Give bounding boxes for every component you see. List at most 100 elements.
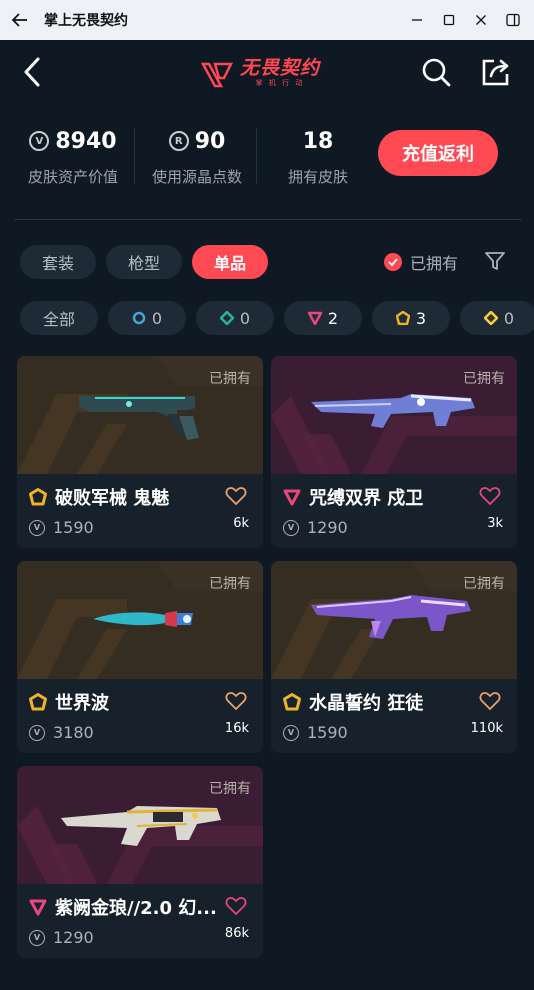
window-titlebar: 掌上无畏契约 xyxy=(0,0,534,40)
recharge-button[interactable]: 充值返利 xyxy=(378,130,498,176)
app-header: 无畏契约 掌 机 行 动 xyxy=(0,40,534,106)
chip-label: 2 xyxy=(327,308,339,328)
skin-name: 破败军械 鬼魅 xyxy=(29,484,219,510)
heart-icon[interactable] xyxy=(225,691,247,711)
arrow-left-icon xyxy=(11,13,27,27)
filter-icon[interactable] xyxy=(484,250,506,272)
valorant-points-icon: V xyxy=(29,929,45,946)
chip-label: 0 xyxy=(151,308,163,328)
tier-filter-chips: 全部 0 0 2 3 0 xyxy=(20,301,534,337)
deluxe-tier-icon xyxy=(219,311,234,325)
divider xyxy=(134,128,135,184)
ultra-tier-icon xyxy=(483,311,498,325)
divider xyxy=(256,128,257,184)
skin-name-text: 水晶誓约 狂徒 xyxy=(309,693,424,714)
tab-single-items[interactable]: 单品 xyxy=(192,245,269,279)
chip-select-tier[interactable]: 0 xyxy=(108,301,186,335)
window-back-button[interactable] xyxy=(0,0,40,40)
chip-label: 3 xyxy=(415,308,427,328)
category-tabs: 套装 枪型 单品 xyxy=(20,245,269,279)
exclusive-tier-icon xyxy=(29,488,47,506)
close-icon xyxy=(476,15,486,25)
skin-price: V 1590 xyxy=(283,723,348,742)
maximize-icon xyxy=(443,14,455,26)
skin-price: V 3180 xyxy=(29,723,94,742)
owned-label: 已拥有 xyxy=(463,576,505,592)
chip-deluxe-tier[interactable]: 0 xyxy=(196,301,274,335)
skin-name: 世界波 xyxy=(29,689,219,715)
skin-image: 已拥有 xyxy=(17,766,263,884)
brand-subtitle: 掌 机 行 动 xyxy=(255,79,305,87)
skin-price: V 1590 xyxy=(29,518,94,537)
skin-card[interactable]: 已拥有 紫阙金琅//2.0 幻... V 1290 86k xyxy=(17,766,263,958)
skin-card[interactable]: 已拥有 破败军械 鬼魅 V 1590 6k xyxy=(17,356,263,548)
exclusive-tier-icon xyxy=(283,693,301,711)
price-value: 1290 xyxy=(307,518,348,537)
premium-tier-icon xyxy=(307,311,322,325)
valorant-points-icon: V xyxy=(283,724,299,741)
skin-image: 已拥有 xyxy=(271,356,517,474)
chip-label: 全部 xyxy=(42,310,75,329)
skin-image: 已拥有 xyxy=(17,356,263,474)
sidebar-icon xyxy=(506,13,520,27)
skin-name: 水晶誓约 狂徒 xyxy=(283,689,473,715)
owned-label: 已拥有 xyxy=(209,576,251,592)
close-button[interactable] xyxy=(468,7,494,33)
search-icon[interactable] xyxy=(420,56,452,88)
skins-count: 18 xyxy=(302,128,334,154)
owned-filter-toggle[interactable]: 已拥有 xyxy=(384,250,458,274)
chevron-left-icon xyxy=(24,57,40,87)
stats-panel: V 8940 皮肤资产价值 R 90 使用源晶点数 18 拥有皮肤 充值返利 xyxy=(14,116,522,220)
skin-name: 咒缚双界 戍卫 xyxy=(283,484,473,510)
price-value: 1590 xyxy=(53,518,94,537)
likes-count: 86k xyxy=(224,926,249,941)
valorant-points-icon: V xyxy=(283,519,299,536)
chip-label: 0 xyxy=(239,308,251,328)
owned-filter-label: 已拥有 xyxy=(410,254,459,273)
asset-value: 8940 xyxy=(55,128,117,154)
skin-name-text: 世界波 xyxy=(55,693,109,714)
heart-icon[interactable] xyxy=(479,486,501,506)
checkmark-icon xyxy=(384,253,402,271)
window-title: 掌上无畏契约 xyxy=(44,13,128,29)
asset-value-label: 皮肤资产价值 xyxy=(27,168,118,186)
stat-skins: 18 拥有皮肤 xyxy=(272,126,364,187)
skin-card[interactable]: 已拥有 世界波 V 3180 16k xyxy=(17,561,263,753)
skin-name: 紫阙金琅//2.0 幻... xyxy=(29,894,219,920)
tab-bundles[interactable]: 套装 xyxy=(20,245,97,279)
app-logo: 无畏契约 掌 机 行 动 xyxy=(200,54,320,92)
heart-icon[interactable] xyxy=(479,691,501,711)
premium-tier-icon xyxy=(29,899,47,916)
radianite-label: 使用源晶点数 xyxy=(151,168,242,186)
valorant-logo-icon xyxy=(200,62,234,88)
chip-ultra-tier[interactable]: 0 xyxy=(460,301,534,335)
price-value: 1590 xyxy=(307,723,348,742)
back-button[interactable] xyxy=(14,54,50,90)
exclusive-tier-icon xyxy=(395,311,410,325)
chip-exclusive-tier[interactable]: 3 xyxy=(372,301,450,335)
skin-card[interactable]: 已拥有 水晶誓约 狂徒 V 1590 110k xyxy=(271,561,517,753)
owned-label: 已拥有 xyxy=(463,371,505,387)
minimize-icon xyxy=(412,19,422,21)
skin-name-text: 紫阙金琅//2.0 幻... xyxy=(55,898,217,919)
sidebar-toggle-button[interactable] xyxy=(500,7,526,33)
heart-icon[interactable] xyxy=(225,486,247,506)
skin-name-text: 咒缚双界 戍卫 xyxy=(309,488,424,509)
share-icon[interactable] xyxy=(480,56,512,88)
stat-asset-value: V 8940 皮肤资产价值 xyxy=(14,126,132,187)
skin-price: V 1290 xyxy=(283,518,348,537)
stat-radianite: R 90 使用源晶点数 xyxy=(142,126,252,187)
heart-icon[interactable] xyxy=(225,896,247,916)
tab-weapon-type[interactable]: 枪型 xyxy=(106,245,183,279)
owned-label: 已拥有 xyxy=(209,371,251,387)
price-value: 1290 xyxy=(53,928,94,947)
select-tier-icon xyxy=(132,311,146,325)
chip-all[interactable]: 全部 xyxy=(20,301,98,335)
skin-price: V 1290 xyxy=(29,928,94,947)
chip-premium-tier[interactable]: 2 xyxy=(284,301,362,335)
radianite-icon: R xyxy=(168,131,189,151)
maximize-button[interactable] xyxy=(436,7,462,33)
chip-label: 0 xyxy=(503,308,515,328)
minimize-button[interactable] xyxy=(404,7,430,33)
skin-card[interactable]: 已拥有 咒缚双界 戍卫 V 1290 3k xyxy=(271,356,517,548)
